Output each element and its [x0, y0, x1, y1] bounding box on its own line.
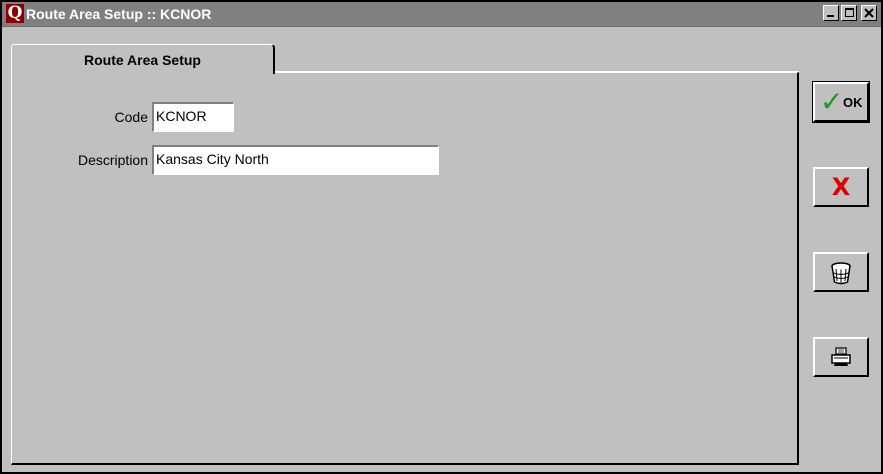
- route-area-setup-window: Q Route Area Setup :: KCNOR Route Area S…: [0, 0, 883, 474]
- delete-button[interactable]: [813, 252, 869, 292]
- maximize-button[interactable]: [841, 5, 857, 21]
- minimize-icon: [827, 15, 834, 17]
- maximize-icon: [845, 8, 854, 17]
- code-field[interactable]: KCNOR: [152, 102, 234, 132]
- wastebasket-icon: [831, 262, 851, 285]
- close-icon: [864, 8, 874, 18]
- tab-panel: [11, 72, 799, 465]
- description-field[interactable]: Kansas City North: [152, 145, 439, 175]
- code-label: Code: [114, 109, 148, 125]
- title-bar[interactable]: Q Route Area Setup :: KCNOR: [2, 2, 881, 27]
- tab-label: Route Area Setup: [84, 52, 201, 68]
- close-button[interactable]: [861, 5, 877, 21]
- printer-icon: [831, 347, 851, 366]
- window-title: Route Area Setup :: KCNOR: [26, 6, 212, 22]
- minimize-button[interactable]: [823, 5, 839, 21]
- app-logo-icon: Q: [6, 3, 24, 23]
- cancel-button[interactable]: X: [813, 167, 869, 207]
- print-button[interactable]: [813, 337, 869, 377]
- red-x-icon: X: [831, 173, 851, 201]
- tab-route-area-setup[interactable]: Route Area Setup: [11, 44, 275, 74]
- description-label: Description: [77, 152, 148, 168]
- ok-button[interactable]: ✓ OK: [812, 81, 870, 123]
- ok-label: OK: [843, 95, 863, 110]
- green-checkmark-icon: ✓: [820, 85, 844, 118]
